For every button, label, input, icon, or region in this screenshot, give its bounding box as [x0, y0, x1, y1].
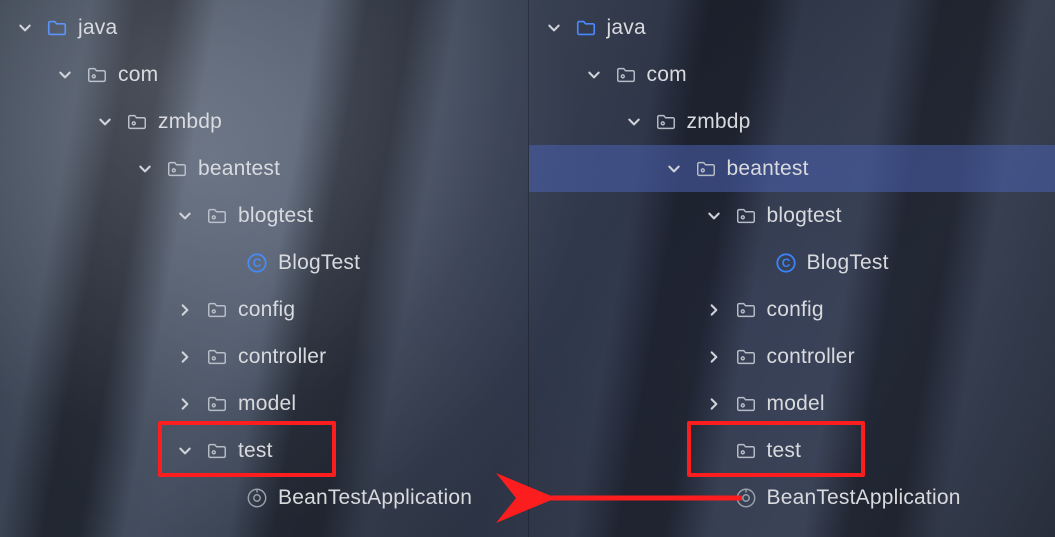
tree-item-label: java — [607, 16, 646, 40]
spring-boot-icon — [733, 487, 759, 509]
tree-item-label: blogtest — [767, 204, 842, 228]
expand-arrow-icon[interactable] — [54, 68, 76, 82]
package-icon — [84, 64, 110, 86]
package-icon — [733, 299, 759, 321]
tree-item-controller[interactable]: controller — [0, 333, 528, 380]
tree-item-config[interactable]: config — [529, 286, 1055, 333]
expand-arrow-icon[interactable] — [134, 162, 156, 176]
tree-item-beantestapplication[interactable]: BeanTestApplication — [529, 474, 1055, 521]
package-icon — [653, 111, 679, 133]
package-icon — [164, 158, 190, 180]
tree-item-zmbdp[interactable]: zmbdp — [0, 98, 528, 145]
tree-item-label: BeanTestApplication — [767, 486, 961, 510]
expand-arrow-icon[interactable] — [703, 397, 725, 411]
tree-item-zmbdp[interactable]: zmbdp — [529, 98, 1055, 145]
package-icon — [204, 346, 230, 368]
svg-text:C: C — [781, 256, 790, 270]
tree-item-label: zmbdp — [158, 110, 222, 134]
tree-item-label: com — [118, 63, 158, 87]
tree-item-controller[interactable]: controller — [529, 333, 1055, 380]
class-icon: C — [244, 252, 270, 274]
package-icon — [693, 158, 719, 180]
package-icon — [613, 64, 639, 86]
expand-arrow-icon[interactable] — [174, 350, 196, 364]
tree-item-label: model — [238, 392, 296, 416]
package-icon — [204, 205, 230, 227]
tree-item-label: model — [767, 392, 825, 416]
expand-arrow-icon[interactable] — [703, 350, 725, 364]
tree-item-label: controller — [238, 345, 326, 369]
tree-item-label: beantest — [198, 157, 280, 181]
expand-arrow-icon[interactable] — [174, 397, 196, 411]
tree-item-model[interactable]: model — [0, 380, 528, 427]
tree-item-label: zmbdp — [687, 110, 751, 134]
expand-arrow-icon[interactable] — [703, 209, 725, 223]
package-icon — [204, 440, 230, 462]
tree-item-label: config — [767, 298, 824, 322]
tree-item-blogtest[interactable]: C BlogTest — [0, 239, 528, 286]
tree-item-label: BlogTest — [278, 251, 360, 275]
package-icon — [733, 205, 759, 227]
expand-arrow-icon[interactable] — [623, 115, 645, 129]
tree-item-com[interactable]: com — [0, 51, 528, 98]
tree-item-blogtest[interactable]: blogtest — [529, 192, 1055, 239]
package-icon — [733, 346, 759, 368]
tree-item-label: java — [78, 16, 117, 40]
tree-item-label: test — [238, 439, 273, 463]
tree-item-label: com — [647, 63, 687, 87]
folder-icon — [573, 17, 599, 39]
expand-arrow-icon[interactable] — [174, 209, 196, 223]
tree-item-config[interactable]: config — [0, 286, 528, 333]
tree-item-label: BlogTest — [807, 251, 889, 275]
tree-item-java[interactable]: java — [0, 4, 528, 51]
expand-arrow-icon[interactable] — [703, 303, 725, 317]
expand-arrow-icon[interactable] — [583, 68, 605, 82]
tree-item-beantest[interactable]: beantest — [529, 145, 1055, 192]
expand-arrow-icon[interactable] — [94, 115, 116, 129]
tree-item-blogtest[interactable]: C BlogTest — [529, 239, 1055, 286]
class-icon: C — [773, 252, 799, 274]
package-icon — [733, 393, 759, 415]
expand-arrow-icon[interactable] — [543, 21, 565, 35]
expand-arrow-icon[interactable] — [174, 303, 196, 317]
tree-item-beantest[interactable]: beantest — [0, 145, 528, 192]
tree-item-blogtest[interactable]: blogtest — [0, 192, 528, 239]
tree-item-label: beantest — [727, 157, 809, 181]
spring-boot-icon — [244, 487, 270, 509]
svg-text:C: C — [253, 256, 262, 270]
tree-item-label: test — [767, 439, 802, 463]
package-icon — [733, 440, 759, 462]
tree-item-label: config — [238, 298, 295, 322]
package-icon — [204, 299, 230, 321]
tree-item-beantestapplication[interactable]: BeanTestApplication — [0, 474, 528, 521]
project-tree-left[interactable]: javacomzmbdp beantest blogtest C BlogTest con… — [0, 0, 528, 537]
expand-arrow-icon[interactable] — [663, 162, 685, 176]
tree-item-java[interactable]: java — [529, 4, 1055, 51]
package-icon — [124, 111, 150, 133]
project-tree-right[interactable]: javacomzmbdp beantest blogtest C BlogTest con… — [528, 0, 1055, 537]
folder-icon — [44, 17, 70, 39]
tree-item-com[interactable]: com — [529, 51, 1055, 98]
package-icon — [204, 393, 230, 415]
tree-item-model[interactable]: model — [529, 380, 1055, 427]
tree-item-test[interactable]: test — [0, 427, 528, 474]
tree-item-label: BeanTestApplication — [278, 486, 472, 510]
tree-item-label: controller — [767, 345, 855, 369]
expand-arrow-icon[interactable] — [14, 21, 36, 35]
tree-item-test[interactable]: test — [529, 427, 1055, 474]
expand-arrow-icon[interactable] — [174, 444, 196, 458]
tree-item-label: blogtest — [238, 204, 313, 228]
